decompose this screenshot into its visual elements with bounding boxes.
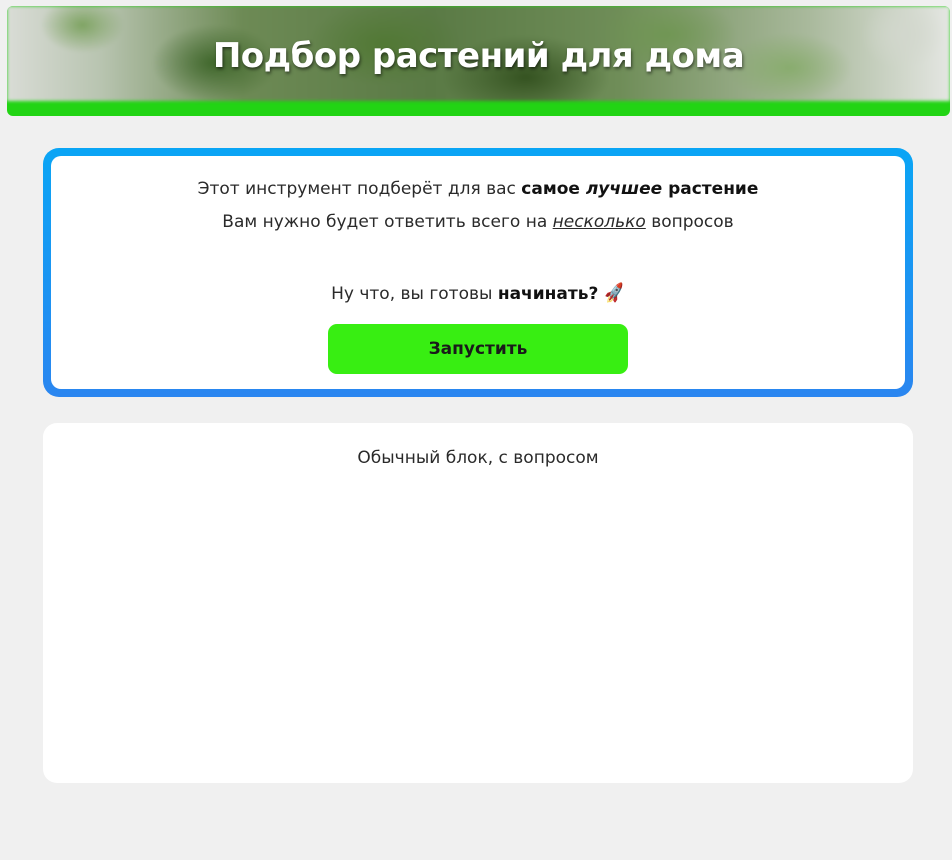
intro-line-1-text: Этот инструмент подберёт для вас <box>197 179 522 199</box>
question-card: Обычный блок, с вопросом <box>43 423 913 783</box>
intro-line-2-suffix: вопросов <box>645 212 734 232</box>
intro-line-1: Этот инструмент подберёт для вас самое л… <box>51 179 905 199</box>
header-banner: Подбор растений для дома <box>7 6 950 116</box>
intro-line-3: Ну что, вы готовы начинать? 🚀 <box>51 282 905 306</box>
intro-line-2-text: Вам нужно будет ответить всего на <box>222 212 553 232</box>
intro-line-1-bold-italic: лучшее <box>585 179 663 199</box>
page-title: Подбор растений для дома <box>212 36 745 76</box>
start-button[interactable]: Запустить <box>328 324 628 374</box>
rocket-icon: 🚀 <box>602 282 627 306</box>
intro-card: Этот инструмент подберёт для вас самое л… <box>43 148 913 397</box>
intro-line-2-emphasis: несколько <box>552 212 646 232</box>
intro-line-1-bold-end: растение <box>662 179 759 199</box>
question-text: Обычный блок, с вопросом <box>357 448 599 468</box>
intro-line-1-bold: самое <box>521 179 586 199</box>
intro-line-3-text: Ну что, вы готовы <box>331 284 498 304</box>
intro-line-2: Вам нужно будет ответить всего на нескол… <box>51 212 905 232</box>
intro-card-body: Этот инструмент подберёт для вас самое л… <box>51 156 905 389</box>
intro-line-3-bold: начинать? <box>497 284 599 304</box>
